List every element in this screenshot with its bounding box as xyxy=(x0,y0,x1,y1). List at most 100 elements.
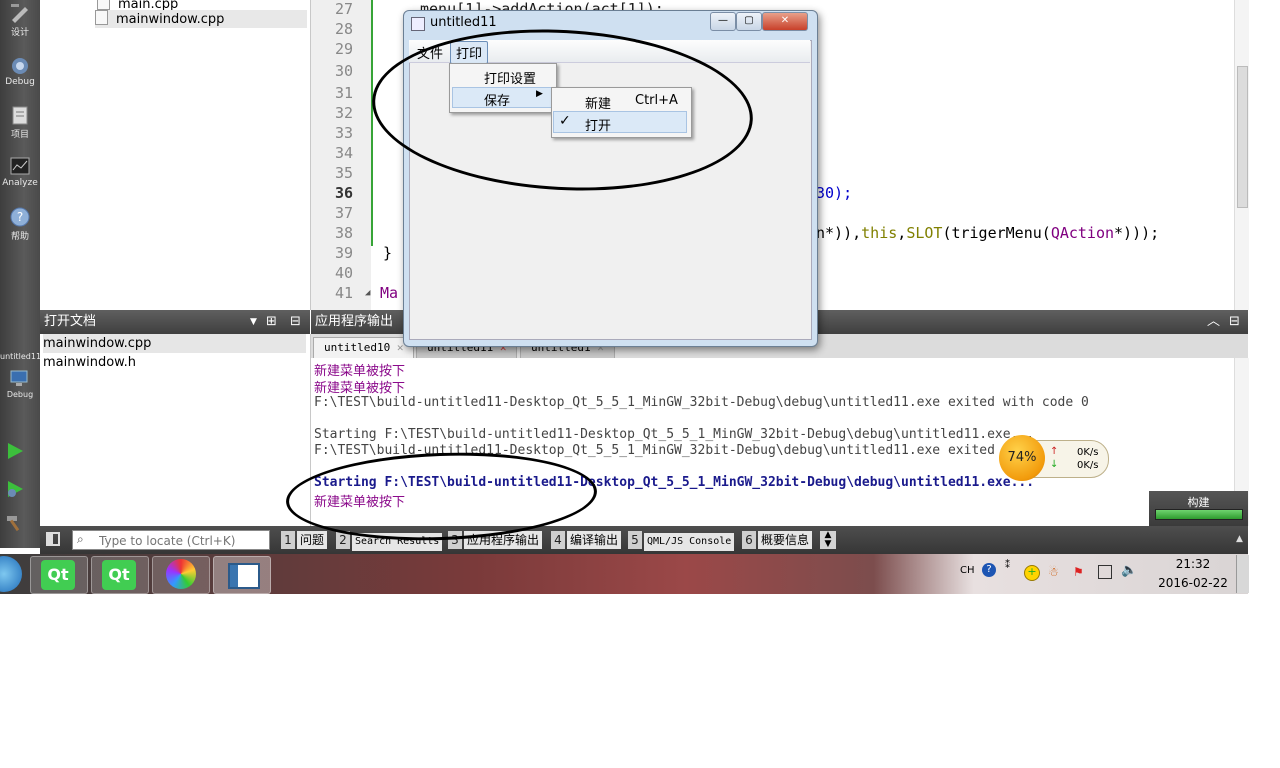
code-line-38: n*)),this,SLOT(trigerMenu(QAction*))); xyxy=(816,224,1159,242)
taskbar-app-qt[interactable]: Qt xyxy=(30,556,88,594)
output-title: 应用程序输出 xyxy=(315,314,394,329)
open-docs-title: 打开文档 xyxy=(44,314,97,329)
clock-time[interactable]: 21:32 xyxy=(1160,557,1226,571)
tray-menu-icon[interactable]: ⁑ xyxy=(1005,560,1010,571)
output-pane-button[interactable]: 5 QML/JS Console xyxy=(628,531,735,551)
qt-assistant-icon: Qt xyxy=(102,560,136,590)
tree-item-label: mainwindow.cpp xyxy=(116,12,225,27)
output-pane-number: 1 xyxy=(281,531,295,549)
line-number: 27 xyxy=(334,0,353,18)
minimize-button[interactable]: — xyxy=(710,12,736,31)
toggle-sidebar-icon[interactable] xyxy=(46,532,60,546)
line-number: 28 xyxy=(334,20,353,38)
help-tray-icon[interactable]: ? xyxy=(982,563,996,577)
line-number: 39 xyxy=(334,244,353,262)
build-progress-label: 构建 xyxy=(1187,496,1210,509)
search-icon: ⌕ xyxy=(77,532,84,546)
code-token: *))); xyxy=(1114,224,1160,242)
tree-item-mainwindow-cpp[interactable]: mainwindow.cpp xyxy=(95,10,307,28)
line-number: 38 xyxy=(334,224,353,242)
mode-debug-label: Debug xyxy=(5,77,35,87)
line-number: 35 xyxy=(334,164,353,182)
run-button[interactable] xyxy=(0,440,40,462)
output-pane-button[interactable]: 1 问题 xyxy=(281,531,328,549)
editor-scrollbar[interactable] xyxy=(1234,0,1249,310)
output-pane-number: 5 xyxy=(628,531,642,549)
code-token: n*)), xyxy=(816,224,862,242)
collapse-arrow-icon[interactable]: ▲ xyxy=(1236,534,1243,544)
taskbar-app-window[interactable] xyxy=(213,556,271,594)
open-doc-item[interactable]: mainwindow.h xyxy=(43,353,305,372)
qq-tray-icon[interactable]: ☃ xyxy=(1048,565,1059,579)
split-icon[interactable]: ⊞ xyxy=(266,310,277,334)
taskbar-app-browser[interactable] xyxy=(152,556,210,594)
run-icon xyxy=(8,443,23,459)
flag-tray-icon[interactable]: ⚑ xyxy=(1073,565,1084,579)
mode-debug-button[interactable]: Debug xyxy=(0,54,40,87)
line-number: 33 xyxy=(334,124,353,142)
output-pane-label: QML/JS Console xyxy=(644,533,735,551)
taskbar-app-qt-assistant[interactable]: Qt xyxy=(91,556,149,594)
code-line-39: } xyxy=(383,244,393,262)
mode-help-label: 帮助 xyxy=(10,232,29,242)
upload-rate: 0K/s xyxy=(1077,447,1099,458)
clock-date[interactable]: 2016-02-22 xyxy=(1155,576,1231,590)
maximize-pane-icon[interactable]: ︿ xyxy=(1207,310,1220,334)
output-pane-number: 6 xyxy=(742,531,756,549)
plus-tray-icon[interactable]: + xyxy=(1024,565,1040,581)
output-pane-button[interactable]: 6 概要信息 xyxy=(742,531,813,549)
window-title: untitled11 xyxy=(430,15,497,30)
output-pane-button[interactable]: 4 编译输出 xyxy=(551,531,622,549)
kit-label: untitled11 xyxy=(0,352,42,361)
close-output-icon[interactable]: ⊟ xyxy=(1229,310,1240,334)
line-number: 41 xyxy=(334,284,353,302)
mode-projects-label: 项目 xyxy=(10,130,29,140)
mode-design-label: 设计 xyxy=(10,28,29,38)
cpu-gauge: 74% xyxy=(999,435,1045,481)
line-number: 31 xyxy=(334,84,353,102)
network-tray-icon[interactable] xyxy=(1098,565,1112,579)
debug-icon xyxy=(12,58,28,74)
design-icon xyxy=(11,4,28,23)
close-button[interactable]: ✕ xyxy=(762,12,808,31)
color-wheel-icon xyxy=(166,559,196,589)
debug-run-button[interactable] xyxy=(0,478,40,500)
build-progress-track xyxy=(1155,509,1243,520)
code-keyword: this xyxy=(861,224,898,242)
output-tab[interactable]: untitled10 ✕ xyxy=(313,337,415,358)
kit-mode-label: Debug xyxy=(6,390,34,399)
code-line-41: Ma xyxy=(380,284,399,302)
input-language[interactable]: CH xyxy=(960,565,975,576)
mode-design-button[interactable]: 设计 xyxy=(0,2,40,38)
scrollbar-thumb[interactable] xyxy=(1237,66,1248,208)
hammer-icon xyxy=(7,516,20,532)
fold-arrow-icon[interactable]: ◢ xyxy=(365,288,370,298)
mode-analyze-button[interactable]: Analyze xyxy=(0,155,40,188)
mode-projects-button[interactable]: 项目 xyxy=(0,104,40,140)
locator-text-field[interactable] xyxy=(97,532,271,550)
close-pane-icon[interactable]: ⊟ xyxy=(290,310,301,334)
upload-arrow-icon: ↑ xyxy=(1050,446,1059,457)
maximize-button[interactable]: ▢ xyxy=(736,12,762,31)
line-number: 32 xyxy=(334,104,353,122)
debug-run-icon xyxy=(8,481,23,497)
volume-tray-icon[interactable]: 🔈 xyxy=(1121,563,1137,578)
file-icon xyxy=(97,0,110,10)
mode-analyze-label: Analyze xyxy=(2,178,38,188)
show-desktop-button[interactable] xyxy=(1236,555,1249,593)
file-icon xyxy=(95,10,108,25)
pane-scroll-arrows[interactable]: ▲ ▼ xyxy=(820,531,836,549)
locator-input[interactable]: ⌕ xyxy=(72,530,271,550)
download-arrow-icon: ↓ xyxy=(1050,459,1059,470)
code-type: QAction xyxy=(1050,224,1115,242)
project-tree xyxy=(40,0,311,310)
kit-selector[interactable]: untitled11 Debug xyxy=(0,352,42,399)
line-number: 37 xyxy=(334,204,353,222)
open-doc-item[interactable]: mainwindow.cpp xyxy=(43,334,306,353)
build-progress[interactable]: 构建 xyxy=(1149,491,1248,526)
docs-dropdown-icon[interactable]: ▼ xyxy=(250,310,257,334)
line-number: 29 xyxy=(334,40,353,58)
mode-help-button[interactable]: ? 帮助 xyxy=(0,206,40,242)
output-pane-label: 问题 xyxy=(297,531,328,549)
build-button[interactable] xyxy=(0,512,40,534)
